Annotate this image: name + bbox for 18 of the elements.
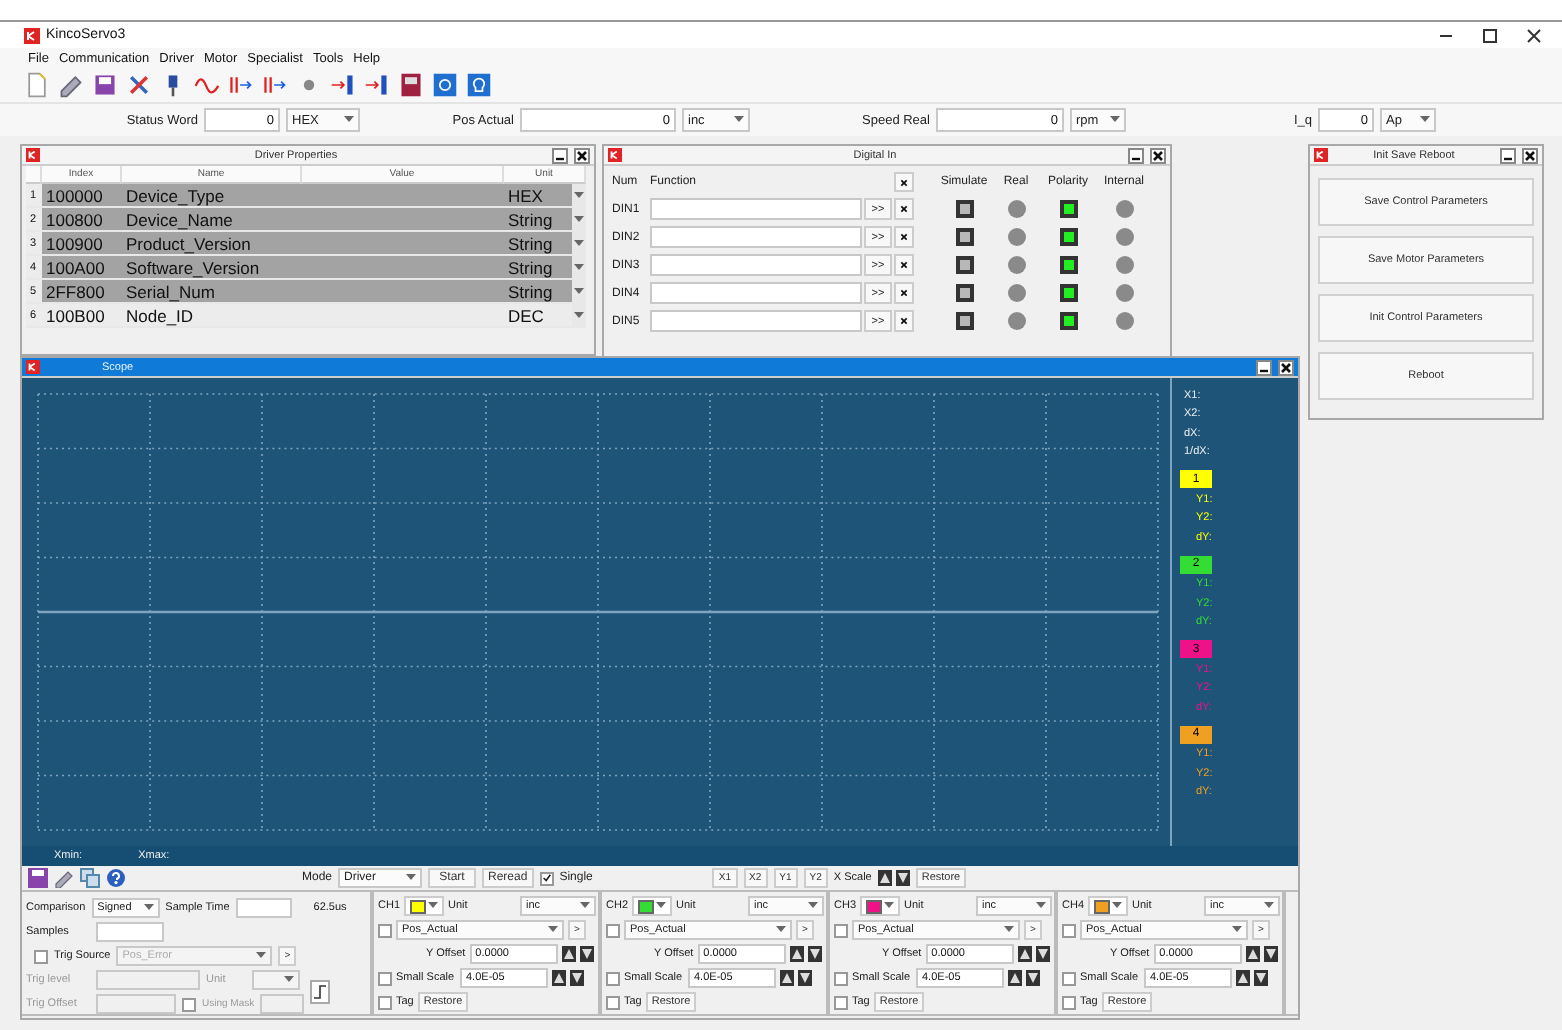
table-cell: String	[504, 280, 572, 304]
table-cell: Device_Type	[122, 184, 302, 208]
table-cell: Node_ID	[122, 304, 302, 328]
table-cell: String	[504, 232, 572, 256]
table-cell: DEC	[504, 304, 572, 328]
table-cell: 100B00	[42, 304, 122, 328]
table-cell: String	[504, 208, 572, 232]
table-cell: HEX	[504, 184, 572, 208]
table-cell: Device_Name	[122, 208, 302, 232]
table-cell: Serial_Num	[122, 280, 302, 304]
table-cell: 100900	[42, 232, 122, 256]
table-cell: String	[504, 256, 572, 280]
table-cell: 100800	[42, 208, 122, 232]
table-cell: 100000	[42, 184, 122, 208]
table-cell: Product_Version	[122, 232, 302, 256]
table-cell: Software_Version	[122, 256, 302, 280]
table-cell: 100A00	[42, 256, 122, 280]
table-cell: 2FF800	[42, 280, 122, 304]
